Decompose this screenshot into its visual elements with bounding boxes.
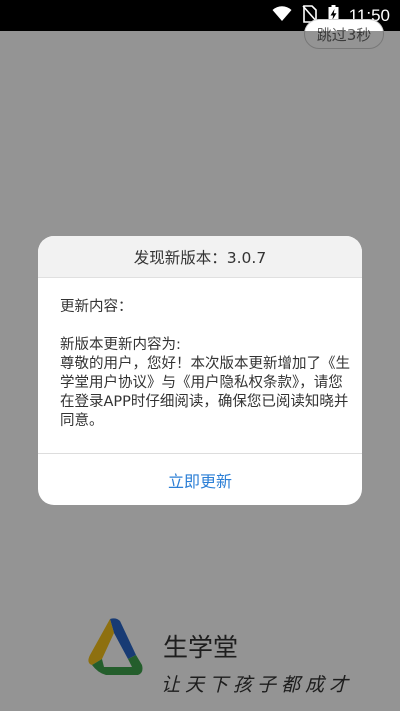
update-now-button[interactable]: 立即更新 xyxy=(38,454,362,505)
dialog-title: 发现新版本：3.0.7 xyxy=(38,236,362,278)
wifi-icon xyxy=(272,5,292,26)
splash-screen: 11:50 跳过3秒 生学堂 让天下孩子都成才 发现新版本：3.0.7 更新内容… xyxy=(0,0,400,711)
update-dialog: 发现新版本：3.0.7 更新内容： 新版本更新内容为: 尊敬的用户，您好！本次版… xyxy=(38,236,362,505)
dialog-body: 更新内容： 新版本更新内容为: 尊敬的用户，您好！本次版本更新增加了《生学堂用户… xyxy=(38,278,362,431)
update-content-text: 新版本更新内容为: 尊敬的用户，您好！本次版本更新增加了《生学堂用户协议》与《用… xyxy=(60,337,350,429)
update-content-label: 更新内容： xyxy=(60,299,133,315)
